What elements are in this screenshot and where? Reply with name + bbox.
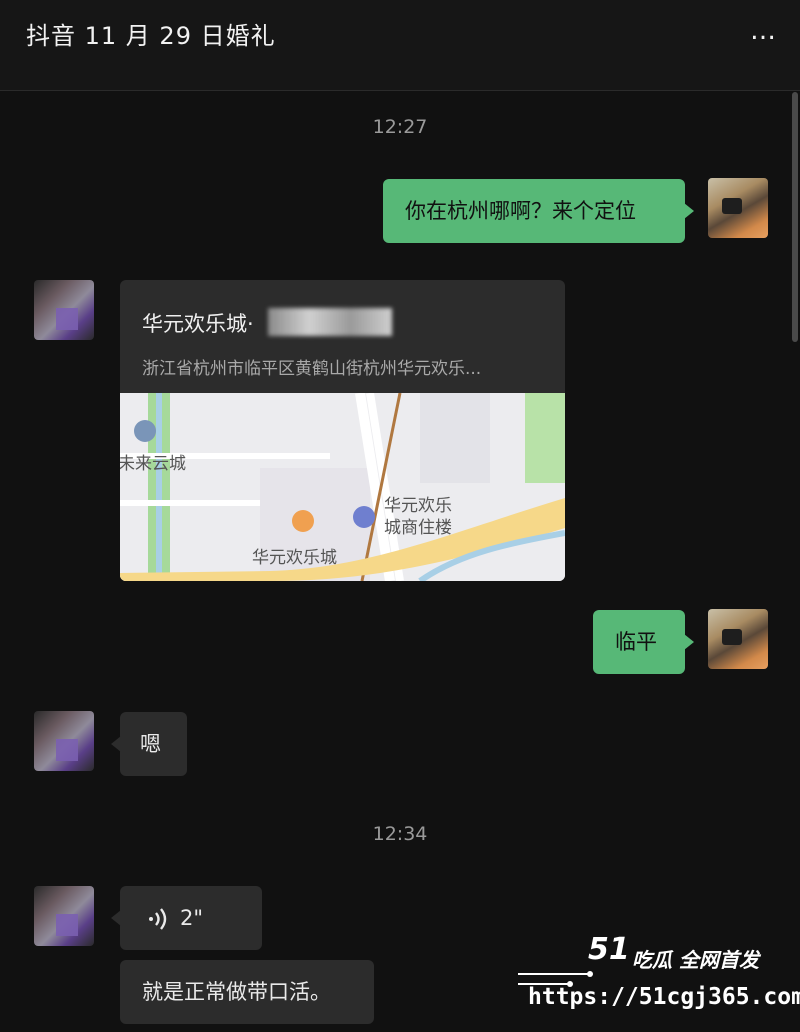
location-card[interactable]: 华元欢乐城· 浙江省杭州市临平区黄鹤山街杭州华元欢乐... 未来云城 华元欢乐 … [120, 280, 565, 581]
timestamp: 12:27 [372, 116, 428, 138]
map-label: 华元欢乐城 [252, 548, 337, 568]
contact-avatar[interactable] [34, 886, 94, 946]
watermark-url: https://51cgj365.com [528, 984, 800, 1010]
building-pin-icon [134, 420, 156, 442]
timestamp: 12:34 [372, 823, 428, 845]
message-bubble-self[interactable]: 临平 [593, 610, 694, 674]
more-options-icon[interactable]: … [750, 16, 778, 46]
location-map[interactable]: 未来云城 华元欢乐 城商住楼 华元欢乐城 [120, 393, 565, 581]
watermark: 51 吃瓜 全网首发 https://51cgj365.com [518, 930, 800, 1032]
map-label: 城商住楼 [384, 518, 452, 538]
message-bubble-self[interactable]: 你在杭州哪啊？来个定位 [383, 179, 694, 243]
voice-duration: 2" [180, 906, 204, 930]
contact-avatar[interactable] [34, 711, 94, 771]
title-bar: 抖音 11 月 29 日婚礼 … [0, 0, 800, 91]
shopping-pin-icon [292, 510, 314, 532]
map-label: 未来云城 [120, 454, 186, 474]
self-avatar[interactable] [708, 178, 768, 238]
message-bubble-other[interactable]: 就是正常做带口活。 [120, 960, 374, 1024]
location-name: 华元欢乐城· [142, 312, 254, 336]
watermark-slogan: 吃瓜 全网首发 [632, 948, 759, 972]
contact-avatar[interactable] [34, 280, 94, 340]
message-bubble-other[interactable]: 嗯 [111, 712, 187, 776]
office-pin-icon [353, 506, 375, 528]
self-avatar[interactable] [708, 609, 768, 669]
chat-title: 抖音 11 月 29 日婚礼 [26, 22, 276, 50]
voice-message-bubble[interactable]: 2" [111, 886, 262, 950]
map-graphic [120, 393, 565, 581]
voice-wave-icon [149, 908, 167, 930]
location-address: 浙江省杭州市临平区黄鹤山街杭州华元欢乐... [142, 359, 482, 379]
blurred-location-text [268, 308, 392, 336]
